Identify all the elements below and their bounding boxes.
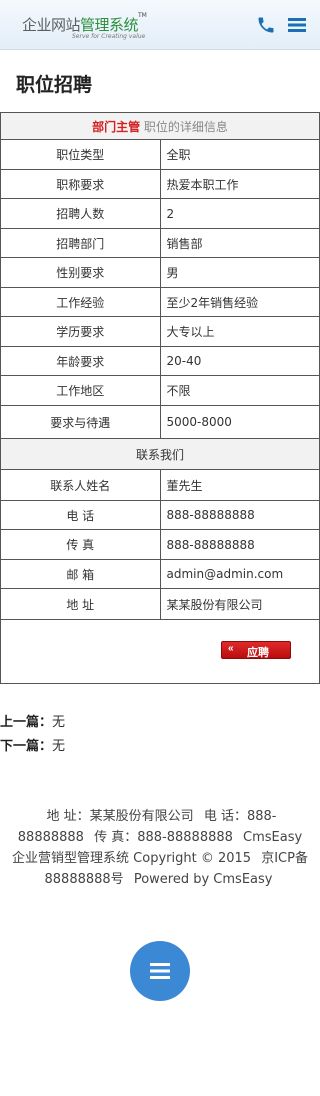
prev-value: 无 bbox=[52, 715, 66, 730]
table-row: 性别要求男 bbox=[0, 257, 320, 288]
logo-trademark: TM bbox=[138, 12, 147, 19]
field-value: 男 bbox=[159, 257, 320, 288]
table-row: 职称要求 热爱本职工作 bbox=[0, 169, 320, 199]
logo-text-part-b: 管理系统 bbox=[80, 16, 139, 34]
table-row: 电 话 888-88888888 bbox=[0, 500, 320, 530]
footer-powered[interactable]: Powered by CmsEasy bbox=[134, 872, 273, 887]
job-caption: 部门主管 职位的详细信息 bbox=[0, 112, 320, 140]
field-value: 销售部 bbox=[159, 228, 320, 258]
field-label: 年龄要求 bbox=[0, 346, 161, 376]
position-name: 部门主管 bbox=[92, 119, 141, 134]
field-value: 全职 bbox=[159, 139, 320, 170]
table-row: 要求与待遇 5000-8000 bbox=[0, 405, 320, 439]
contact-section-title: 联系我们 bbox=[0, 438, 320, 470]
field-value: 5000-8000 bbox=[159, 405, 320, 439]
contact-label: 电 话 bbox=[0, 500, 161, 530]
logo-slogan: Serve for Creating value bbox=[72, 33, 146, 40]
contact-label: 传 真 bbox=[0, 529, 161, 560]
field-label: 招聘部门 bbox=[0, 228, 161, 258]
floating-menu-button[interactable] bbox=[130, 941, 190, 1001]
table-row: 学历要求 大专以上 bbox=[0, 316, 320, 347]
hamburger-menu-icon[interactable] bbox=[287, 15, 307, 35]
field-label: 工作经验 bbox=[0, 287, 161, 317]
logo-text: 企业网站管理系统 bbox=[22, 14, 139, 35]
field-label: 学历要求 bbox=[0, 316, 161, 347]
contact-label: 地 址 bbox=[0, 588, 161, 620]
field-label: 工作地区 bbox=[0, 375, 161, 406]
field-label: 职称要求 bbox=[0, 169, 161, 199]
contact-value: 888-88888888 bbox=[159, 500, 320, 530]
contact-value: 888-88888888 bbox=[159, 529, 320, 560]
contact-value: 董先生 bbox=[159, 469, 320, 501]
table-row: 工作经验 至少2年销售经验 bbox=[0, 287, 320, 317]
field-label: 招聘人数 bbox=[0, 198, 161, 229]
apply-button[interactable]: « 应聘 bbox=[221, 641, 291, 659]
contact-label: 联系人姓名 bbox=[0, 469, 161, 501]
apply-button-label: 应聘 bbox=[247, 647, 269, 659]
next-value: 无 bbox=[52, 739, 66, 754]
footer-address: 地 址：某某股份有限公司 bbox=[46, 809, 194, 824]
contact-label: 邮 箱 bbox=[0, 559, 161, 589]
table-row: 职位类型 全职 bbox=[0, 139, 320, 170]
field-value: 大专以上 bbox=[159, 316, 320, 347]
table-row: 联系人姓名 董先生 bbox=[0, 469, 320, 501]
next-label: 下一篇： bbox=[0, 739, 53, 754]
site-logo[interactable]: 企业网站管理系统 TM Serve for Creating value bbox=[22, 12, 162, 44]
field-value: 20-40 bbox=[159, 346, 320, 376]
table-row: 邮 箱 admin@admin.com bbox=[0, 559, 320, 589]
next-article: 下一篇：无 bbox=[0, 735, 320, 754]
table-row: 工作地区 不限 bbox=[0, 375, 320, 406]
table-row: 年龄要求 20-40 bbox=[0, 346, 320, 376]
site-header: 企业网站管理系统 TM Serve for Creating value bbox=[0, 0, 320, 50]
prev-label: 上一篇： bbox=[0, 715, 53, 730]
table-row: 地 址某某股份有限公司 bbox=[0, 588, 320, 620]
contact-value: admin@admin.com bbox=[159, 559, 320, 589]
field-value: 热爱本职工作 bbox=[159, 169, 320, 199]
position-desc: 职位的详细信息 bbox=[143, 119, 228, 134]
field-value: 至少2年销售经验 bbox=[159, 287, 320, 317]
table-row: 传 真 888-88888888 bbox=[0, 529, 320, 560]
menu-icon bbox=[150, 963, 170, 979]
phone-icon[interactable] bbox=[256, 15, 276, 35]
logo-text-part-a: 企业网站 bbox=[22, 16, 81, 34]
contact-value: 某某股份有限公司 bbox=[159, 588, 320, 620]
field-value: 2 bbox=[159, 198, 320, 229]
job-detail-table: 部门主管 职位的详细信息 职位类型 全职 职称要求 热爱本职工作 招聘人数 2 招聘部… bbox=[0, 112, 320, 684]
page-title: 职位招聘 bbox=[16, 74, 93, 96]
footer-fax: 传 真：888-88888888 bbox=[94, 830, 233, 845]
table-row: 招聘人数 2 bbox=[0, 198, 320, 229]
apply-cell: « 应聘 bbox=[0, 619, 320, 684]
prev-article: 上一篇：无 bbox=[0, 711, 320, 730]
table-row: 招聘部门 销售部 bbox=[0, 228, 320, 258]
field-label: 要求与待遇 bbox=[0, 405, 161, 439]
site-footer: 地 址：某某股份有限公司 电 话：888-88888888 传 真：888-88… bbox=[10, 806, 310, 890]
field-label: 职位类型 bbox=[0, 139, 161, 170]
field-label: 性别要求 bbox=[0, 257, 161, 288]
double-chevron-left-icon: « bbox=[228, 643, 234, 654]
field-value: 不限 bbox=[159, 375, 320, 406]
